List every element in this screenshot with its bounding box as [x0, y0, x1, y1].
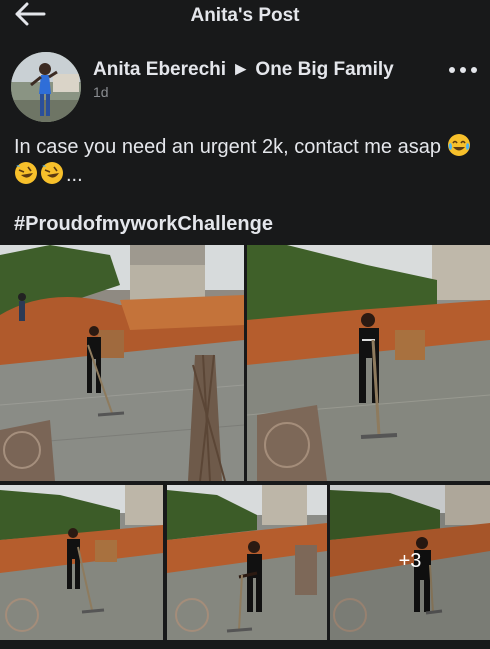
avatar[interactable]	[11, 52, 81, 122]
top-bar: Anita's Post	[0, 0, 490, 34]
post-header: Anita Eberechi ► One Big Family 1d	[0, 46, 490, 122]
construction-site-image	[247, 245, 490, 481]
post-photo-3[interactable]	[0, 485, 163, 640]
post-body: In case you need an urgent 2k, contact m…	[14, 136, 441, 158]
post-timestamp[interactable]: 1d	[93, 84, 109, 100]
more-photos-count[interactable]: +3	[330, 485, 490, 640]
page-title: Anita's Post	[190, 5, 300, 26]
group-name[interactable]: One Big Family	[255, 59, 393, 80]
author-line: Anita Eberechi ► One Big Family	[93, 59, 394, 81]
post-photo-4[interactable]	[167, 485, 327, 640]
hashtag-link[interactable]: #ProudofmyworkChallenge	[14, 213, 273, 236]
post-text-suffix: ...	[66, 164, 83, 186]
construction-site-image	[0, 485, 163, 640]
construction-site-image	[0, 245, 244, 481]
post-photo-2[interactable]	[247, 245, 490, 481]
rofl-emoji	[15, 162, 37, 184]
separator-arrow: ►	[231, 59, 251, 80]
post-text: In case you need an urgent 2k, contact m…	[14, 133, 474, 189]
post-photo-1[interactable]	[0, 245, 244, 481]
rofl-emoji	[41, 162, 63, 184]
construction-site-image	[167, 485, 327, 640]
more-options-icon[interactable]	[447, 60, 479, 80]
post-photo-5[interactable]: +3	[330, 485, 490, 640]
tears-of-joy-emoji	[447, 134, 470, 156]
author-name[interactable]: Anita Eberechi	[93, 59, 226, 80]
